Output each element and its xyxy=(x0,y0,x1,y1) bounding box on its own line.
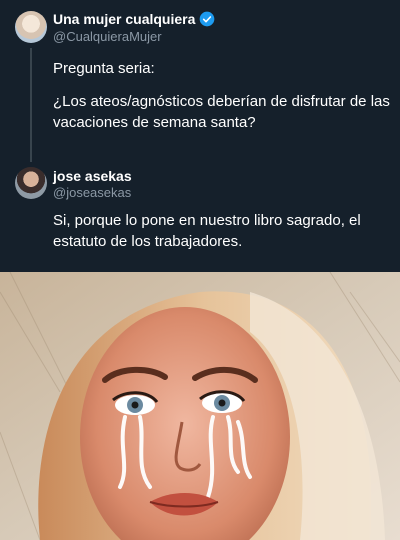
tweet-thread: Una mujer cualquiera @CualquieraMujer Pr… xyxy=(0,0,400,272)
verified-badge-icon xyxy=(199,11,215,27)
reply-author-handle[interactable]: @joseasekas xyxy=(53,185,131,200)
meme-illustration xyxy=(0,272,400,540)
author-avatar[interactable] xyxy=(15,11,47,43)
author-handle[interactable]: @CualquieraMujer xyxy=(53,29,162,44)
author-name-row[interactable]: Una mujer cualquiera xyxy=(53,11,215,27)
reply-author-name-text[interactable]: jose asekas xyxy=(53,168,132,184)
crying-woman-meme-image xyxy=(0,272,400,540)
reply-text: Si, porque lo pone en nuestro libro sagr… xyxy=(53,212,361,250)
reply-author-avatar[interactable] xyxy=(15,167,47,199)
thread-connector-line xyxy=(30,48,32,162)
tweet-text-line-1: Pregunta seria: xyxy=(53,60,155,77)
author-name[interactable]: Una mujer cualquiera xyxy=(53,11,195,27)
reply-author-name[interactable]: jose asekas xyxy=(53,168,132,184)
tweet-text-line-2: ¿Los ateos/agnósticos deberían de disfru… xyxy=(53,93,390,131)
